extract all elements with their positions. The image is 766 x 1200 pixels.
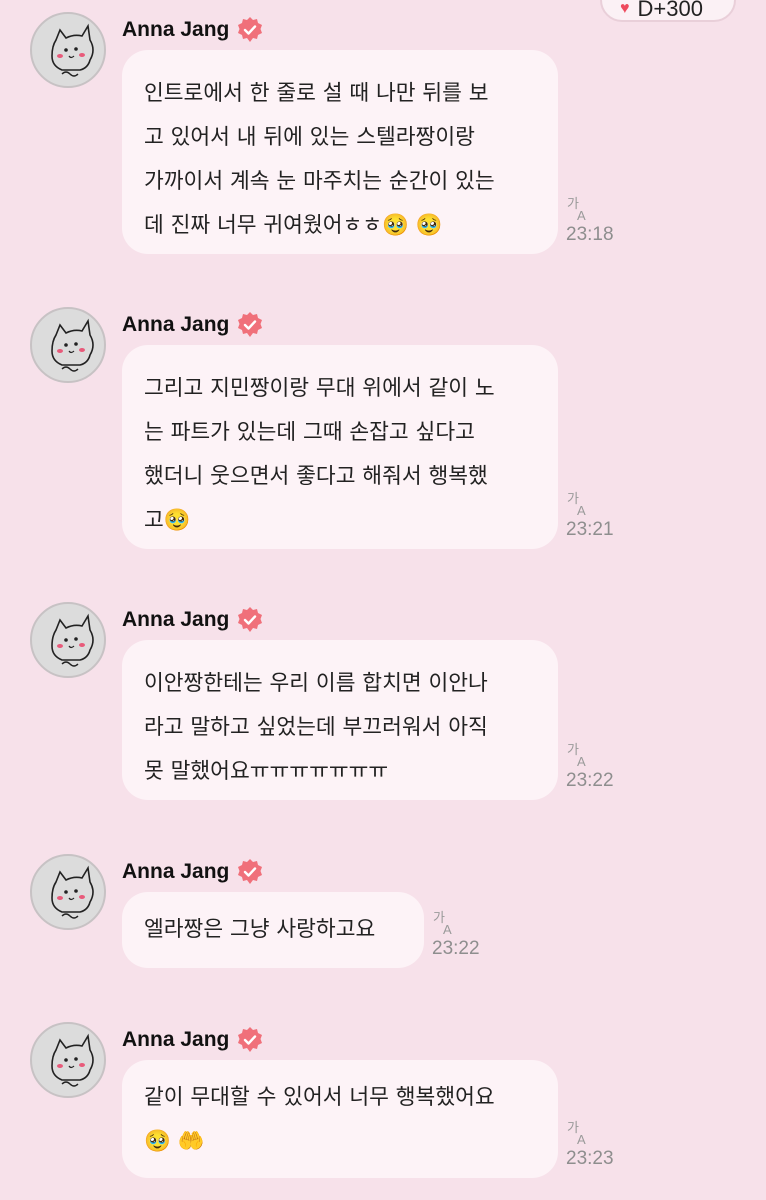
message-meta: 가 A 23:23 xyxy=(566,1118,614,1170)
message-line: 고🥹 xyxy=(144,508,191,533)
verified-badge-icon xyxy=(238,859,263,884)
message-meta: 가 A 23:18 xyxy=(566,194,614,246)
timestamp: 23:22 xyxy=(566,770,614,791)
dday-chip[interactable]: ♥ D+300 xyxy=(600,0,736,22)
sender-name[interactable]: Anna Jang xyxy=(122,18,229,42)
timestamp: 23:23 xyxy=(566,1148,614,1169)
translate-icon[interactable]: 가 A xyxy=(566,194,594,222)
svg-text:A: A xyxy=(577,208,586,222)
message-bubble[interactable]: 그리고 지민짱이랑 무대 위에서 같이 노 는 파트가 있는데 그때 손잡고 싶… xyxy=(122,345,558,549)
message-bubble[interactable]: 인트로에서 한 줄로 설 때 나만 뒤를 보 고 있어서 내 뒤에 있는 스텔라… xyxy=(122,50,558,254)
message-meta: 가 A 23:22 xyxy=(566,740,614,792)
avatar[interactable] xyxy=(30,854,106,930)
message-line: 🥹 🤲 xyxy=(144,1129,205,1154)
message-line: 인트로에서 한 줄로 설 때 나만 뒤를 보 xyxy=(144,81,489,106)
message-line: 그리고 지민짱이랑 무대 위에서 같이 노 xyxy=(144,376,495,401)
translate-icon[interactable]: 가 A xyxy=(432,908,460,936)
verified-badge-icon xyxy=(238,312,263,337)
verified-badge-icon xyxy=(238,607,263,632)
message-line: 고 있어서 내 뒤에 있는 스텔라짱이랑 xyxy=(144,125,475,150)
message-line: 는 파트가 있는데 그때 손잡고 싶다고 xyxy=(144,420,475,445)
sender-name[interactable]: Anna Jang xyxy=(122,1028,229,1052)
dday-label: D+300 xyxy=(637,0,703,21)
svg-text:A: A xyxy=(577,503,586,517)
message-bubble[interactable]: 이안짱한테는 우리 이름 합치면 이안나 라고 말하고 싶었는데 부끄러워서 아… xyxy=(122,640,558,800)
avatar[interactable] xyxy=(30,12,106,88)
avatar[interactable] xyxy=(30,602,106,678)
svg-text:A: A xyxy=(443,922,452,936)
message-line: 이안짱한테는 우리 이름 합치면 이안나 xyxy=(144,671,488,696)
message-line: 했더니 웃으면서 좋다고 해줘서 행복했 xyxy=(144,464,488,489)
heart-icon: ♥ xyxy=(620,0,630,17)
timestamp: 23:21 xyxy=(566,519,614,540)
sender-name[interactable]: Anna Jang xyxy=(122,608,229,632)
translate-icon[interactable]: 가 A xyxy=(566,489,594,517)
message-line: 가까이서 계속 눈 마주치는 순간이 있는 xyxy=(144,169,495,194)
svg-text:A: A xyxy=(577,1132,586,1146)
message-line: 데 진짜 너무 귀여웠어ㅎㅎ🥹 🥹 xyxy=(144,213,443,238)
message-meta: 가 A 23:22 xyxy=(432,908,480,960)
avatar[interactable] xyxy=(30,1022,106,1098)
verified-badge-icon xyxy=(238,1027,263,1052)
sender-name[interactable]: Anna Jang xyxy=(122,860,229,884)
message-line: 같이 무대할 수 있어서 너무 행복했어요 xyxy=(144,1085,495,1110)
message-line: 못 말했어요ㅠㅠㅠㅠㅠㅠㅠ xyxy=(144,759,389,784)
translate-icon[interactable]: 가 A xyxy=(566,740,594,768)
message-line: 라고 말하고 싶었는데 부끄러워서 아직 xyxy=(144,715,488,740)
svg-text:A: A xyxy=(577,754,586,768)
verified-badge-icon xyxy=(238,17,263,42)
avatar[interactable] xyxy=(30,307,106,383)
sender-name[interactable]: Anna Jang xyxy=(122,313,229,337)
message-bubble[interactable]: 같이 무대할 수 있어서 너무 행복했어요 🥹 🤲 xyxy=(122,1060,558,1178)
timestamp: 23:18 xyxy=(566,224,614,245)
message-line: 엘라짱은 그냥 사랑하고요 xyxy=(144,917,376,942)
chat-container: ♥ D+300 Anna Jang 인트로에서 한 줄로 설 때 나만 뒤를 보 xyxy=(0,0,766,1200)
message-bubble[interactable]: 엘라짱은 그냥 사랑하고요 xyxy=(122,892,424,968)
translate-icon[interactable]: 가 A xyxy=(566,1118,594,1146)
message-meta: 가 A 23:21 xyxy=(566,489,614,541)
timestamp: 23:22 xyxy=(432,938,480,959)
